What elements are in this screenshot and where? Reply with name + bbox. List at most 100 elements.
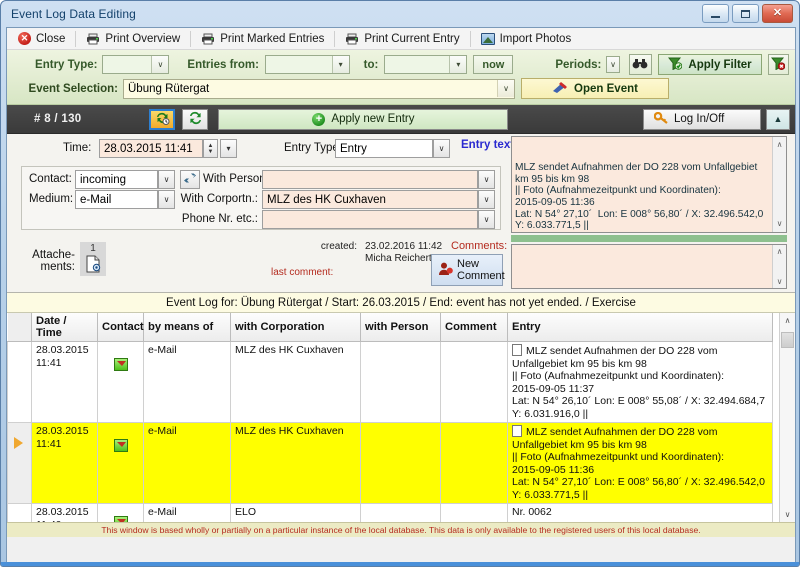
table-row[interactable]: 28.03.2015 11:41 e-Mail MLZ des HK Cuxha… bbox=[7, 341, 773, 423]
entries-to-label: to: bbox=[363, 58, 379, 71]
close-window-button[interactable]: ✕ bbox=[762, 4, 793, 23]
created-label: created: bbox=[320, 241, 357, 252]
cell-contact bbox=[97, 422, 144, 504]
search-button[interactable] bbox=[628, 54, 653, 75]
entry-text-value: MLZ sendet Aufnahmen der DO 228 vom Unfa… bbox=[515, 162, 764, 232]
entry-type-filter-select[interactable]: ∨ bbox=[102, 55, 170, 74]
chevron-down-icon[interactable]: ∨ bbox=[151, 56, 169, 73]
event-selection-input[interactable]: Übung Rütergat ∨ bbox=[123, 78, 515, 99]
window-bottom-strip bbox=[1, 562, 799, 566]
time-stepper[interactable]: ▲ ▼ bbox=[203, 139, 218, 158]
time-input[interactable]: 28.03.2015 11:41 bbox=[99, 139, 203, 158]
cell-entry: MLZ sendet Aufnahmen der DO 228 vom Unfa… bbox=[507, 422, 773, 504]
clear-filter-button[interactable] bbox=[767, 54, 790, 75]
panel-splitter[interactable] bbox=[511, 235, 787, 242]
col-means[interactable]: by means of bbox=[143, 313, 231, 342]
table-row[interactable]: 28.03.2015 11:40 e-Mail ELO Nr. 0062 2. … bbox=[7, 503, 773, 522]
toolbar-print-marked-button[interactable]: Print Marked Entries bbox=[194, 29, 331, 49]
col-entry[interactable]: Entry bbox=[507, 313, 773, 342]
minimize-button[interactable] bbox=[702, 4, 729, 23]
entry-text-scrollbar[interactable]: ∧ ∨ bbox=[772, 137, 786, 232]
swap-direction-button[interactable] bbox=[180, 170, 200, 189]
history-button[interactable] bbox=[149, 108, 176, 130]
created-by: Micha Reichert bbox=[365, 253, 432, 264]
cell-means: e-Mail bbox=[143, 422, 231, 504]
close-circle-icon: ✕ bbox=[18, 32, 31, 45]
toolbar-separator bbox=[75, 30, 77, 47]
time-dropdown-button[interactable]: ▾ bbox=[220, 139, 237, 158]
col-person[interactable]: with Person bbox=[360, 313, 441, 342]
toolbar-print-current-button[interactable]: Print Current Entry bbox=[338, 29, 466, 49]
maximize-button[interactable] bbox=[732, 4, 759, 23]
refresh-button[interactable] bbox=[182, 108, 209, 130]
collapse-panel-button[interactable]: ▲ bbox=[766, 108, 790, 130]
apply-filter-button[interactable]: Apply Filter bbox=[658, 54, 762, 75]
phone-dropdown-button[interactable]: ∨ bbox=[478, 210, 495, 229]
calendar-dropdown-icon[interactable]: ▾ bbox=[449, 56, 467, 73]
entry-type-value: Entry bbox=[340, 142, 367, 155]
medium-input[interactable]: e-Mail bbox=[75, 190, 158, 209]
col-corporation[interactable]: with Corporation bbox=[230, 313, 361, 342]
phone-input[interactable] bbox=[262, 210, 478, 229]
comment-scrollbar[interactable]: ∧ ∨ bbox=[772, 245, 786, 288]
calendar-dropdown-icon[interactable]: ▾ bbox=[331, 56, 349, 73]
col-comment[interactable]: Comment bbox=[440, 313, 508, 342]
event-log-grid[interactable]: Date / Time Contact by means of with Cor… bbox=[7, 313, 795, 522]
with-person-input[interactable] bbox=[262, 170, 478, 189]
record-navigation-bar: # 8 / 130 + Apply new Entry Log In/Off ▲ bbox=[7, 105, 795, 134]
row-gutter[interactable] bbox=[7, 503, 32, 522]
contact-input[interactable]: incoming bbox=[75, 170, 158, 189]
row-gutter[interactable] bbox=[7, 341, 32, 423]
with-corporation-dropdown-button[interactable]: ∨ bbox=[478, 190, 495, 209]
entries-from-label: Entries from: bbox=[187, 58, 259, 71]
printer-icon bbox=[86, 33, 100, 45]
with-person-label: With Person: bbox=[203, 173, 269, 185]
entry-type-dropdown-button[interactable]: ∨ bbox=[433, 139, 450, 158]
row-gutter[interactable] bbox=[7, 422, 32, 504]
grid-vertical-scrollbar[interactable]: ∧ ∨ bbox=[779, 313, 795, 522]
open-event-button[interactable]: Open Event bbox=[521, 78, 669, 99]
with-person-dropdown-button[interactable]: ∨ bbox=[478, 170, 495, 189]
chevron-down-icon[interactable]: ∨ bbox=[497, 80, 514, 97]
scroll-down-icon[interactable]: ∨ bbox=[777, 277, 783, 286]
toolbar-import-photos-button[interactable]: Import Photos bbox=[474, 29, 579, 49]
log-in-off-button[interactable]: Log In/Off bbox=[643, 108, 761, 130]
with-corporation-input[interactable]: MLZ des HK Cuxhaven bbox=[262, 190, 478, 209]
comment-text-area[interactable]: ∧ ∨ bbox=[511, 244, 787, 289]
col-contact[interactable]: Contact bbox=[97, 313, 144, 342]
table-row[interactable]: 28.03.2015 11:41 e-Mail MLZ des HK Cuxha… bbox=[7, 422, 773, 504]
entry-type-filter-label: Entry Type: bbox=[35, 58, 98, 71]
scrollbar-thumb[interactable] bbox=[781, 332, 794, 348]
attachments-box[interactable]: 1 bbox=[80, 242, 106, 276]
refresh-history-icon bbox=[155, 111, 170, 128]
apply-new-entry-button[interactable]: + Apply new Entry bbox=[218, 108, 509, 130]
entries-from-input[interactable]: ▾ bbox=[264, 55, 350, 74]
contact-dropdown-button[interactable]: ∨ bbox=[158, 170, 175, 189]
toolbar-separator bbox=[469, 30, 471, 47]
scroll-up-icon[interactable]: ∧ bbox=[777, 139, 783, 151]
minimize-icon bbox=[711, 15, 720, 18]
col-datetime[interactable]: Date / Time bbox=[31, 313, 98, 342]
scroll-up-icon[interactable]: ∧ bbox=[777, 247, 783, 256]
entry-type-input[interactable]: Entry bbox=[335, 139, 433, 158]
apply-new-entry-label: Apply new Entry bbox=[331, 113, 415, 125]
entry-text-area[interactable]: MLZ sendet Aufnahmen der DO 228 vom Unfa… bbox=[511, 136, 787, 233]
cell-datetime: 28.03.2015 11:40 bbox=[31, 503, 98, 522]
medium-dropdown-button[interactable]: ∨ bbox=[158, 190, 175, 209]
periods-select[interactable]: ∨ bbox=[606, 56, 620, 73]
new-comment-button[interactable]: New Comment bbox=[431, 254, 505, 286]
stepper-down-icon: ▼ bbox=[207, 148, 214, 155]
binoculars-icon bbox=[632, 58, 648, 72]
chevron-down-icon: ∨ bbox=[163, 195, 170, 204]
scroll-down-icon[interactable]: ∨ bbox=[785, 507, 791, 522]
toolbar-print-overview-button[interactable]: Print Overview bbox=[79, 29, 187, 49]
scroll-up-icon[interactable]: ∧ bbox=[785, 313, 791, 328]
filter-row-2: Event Selection: Übung Rütergat ∨ Open E… bbox=[13, 78, 789, 99]
toolbar-print-overview-label: Print Overview bbox=[105, 32, 181, 45]
toolbar-close-button[interactable]: ✕ Close bbox=[11, 29, 72, 49]
cell-datetime: 28.03.2015 11:41 bbox=[31, 422, 98, 504]
cell-means: e-Mail bbox=[143, 503, 231, 522]
scroll-down-icon[interactable]: ∨ bbox=[777, 218, 783, 230]
entries-to-input[interactable]: ▾ bbox=[384, 55, 468, 74]
now-button[interactable]: now bbox=[473, 55, 514, 74]
